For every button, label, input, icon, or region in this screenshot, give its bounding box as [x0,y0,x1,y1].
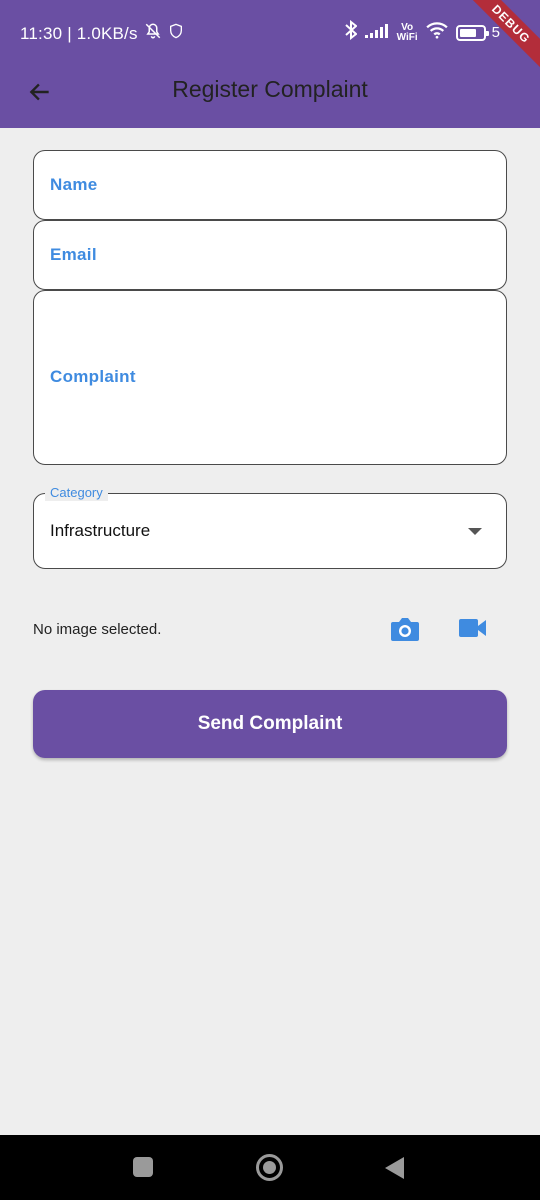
vowifi-icon: Vo WiFi [396,22,418,43]
shield-icon [168,22,184,45]
send-complaint-label: Send Complaint [197,713,343,734]
page-title: Register Complaint [172,76,368,102]
complaint-label: Complaint [50,367,136,386]
name-field[interactable]: Name [33,150,507,220]
toolbar: Register Complaint [0,64,540,128]
category-dropdown[interactable]: Category Infrastructure [33,485,507,569]
home-button[interactable] [256,1154,283,1181]
media-row: No image selected. [33,605,507,655]
app-bar: 11:30 | 1.0KB/s Vo WiFi 5 DEBUG Register… [0,0,540,128]
complaint-field[interactable]: Complaint [33,290,507,465]
camera-icon [391,618,419,641]
status-left: 11:30 | 1.0KB/s [20,22,184,45]
image-status-text: No image selected. [33,621,162,638]
signal-icon [364,23,389,43]
vowifi-bottom: WiFi [396,31,418,43]
bluetooth-icon [344,19,358,45]
recent-apps-button[interactable] [133,1157,153,1177]
send-complaint-button[interactable]: Send Complaint [33,690,507,758]
wifi-icon [425,21,448,44]
status-bar: 11:30 | 1.0KB/s Vo WiFi 5 DEBUG [0,0,540,78]
nav-back-button[interactable] [385,1157,404,1179]
name-label: Name [50,175,98,194]
bell-off-icon [144,22,162,45]
category-label: Category [45,485,108,501]
battery-icon [455,24,489,41]
email-field[interactable]: Email [33,220,507,290]
email-label: Email [50,245,97,264]
video-button[interactable] [459,617,489,641]
status-right: Vo WiFi 5 [344,19,500,45]
category-value: Infrastructure [50,521,151,540]
system-nav-bar [0,1135,540,1200]
video-camera-icon [459,619,486,637]
status-time-speed: 11:30 | 1.0KB/s [20,23,138,43]
camera-button[interactable] [390,615,422,645]
dropdown-arrow-icon [468,528,482,535]
